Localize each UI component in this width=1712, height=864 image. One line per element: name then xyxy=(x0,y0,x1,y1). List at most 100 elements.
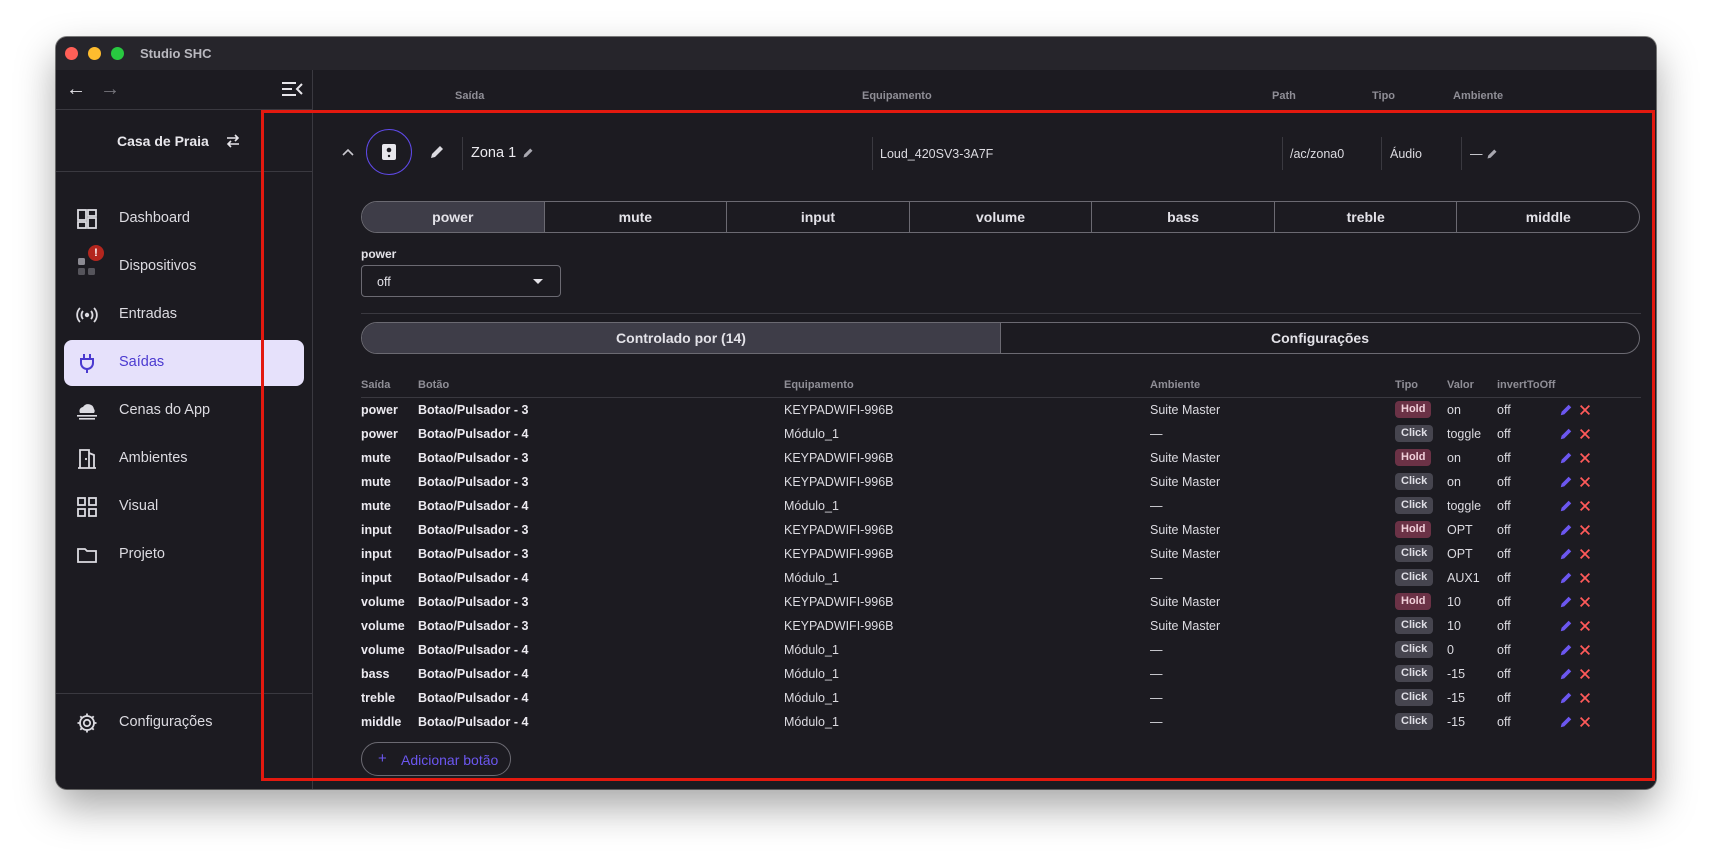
tab-bass[interactable]: bass xyxy=(1092,202,1275,232)
row-valor: on xyxy=(1447,403,1461,417)
chevron-up-icon[interactable] xyxy=(340,145,356,161)
sidebar-item-label: Dispositivos xyxy=(119,258,197,274)
row-ambiente: — xyxy=(1150,667,1163,681)
zone-name: Zona 1 xyxy=(471,145,517,161)
edit-pencil-icon[interactable] xyxy=(1559,715,1573,729)
edit-pencil-icon[interactable] xyxy=(1559,571,1573,585)
sidebar-item-configuracoes[interactable]: Configurações xyxy=(64,700,304,746)
row-botao: Botao/Pulsador - 4 xyxy=(418,667,529,681)
type-chip: Click xyxy=(1395,569,1434,586)
edit-pencil-icon[interactable] xyxy=(1559,547,1573,561)
table-header-saida: Saída xyxy=(361,379,391,391)
table-row: mute Botao/Pulsador - 4 Módulo_1 — toggle off… xyxy=(361,494,1641,518)
delete-x-icon[interactable] xyxy=(1578,475,1592,489)
row-valor: toggle xyxy=(1447,427,1482,441)
row-saida: power xyxy=(361,403,398,417)
edit-pencil-icon[interactable] xyxy=(1559,403,1573,417)
edit-pencil-icon[interactable] xyxy=(1559,619,1573,633)
edit-pencil-icon[interactable] xyxy=(1559,643,1573,657)
row-saida: volume xyxy=(361,643,405,657)
row-equipamento: KEYPADWIFI-996B xyxy=(784,403,894,417)
delete-x-icon[interactable] xyxy=(1578,667,1592,681)
table-row: input Botao/Pulsador - 3 KEYPADWIFI-996B Su… xyxy=(361,518,1641,542)
row-botao: Botao/Pulsador - 4 xyxy=(418,643,529,657)
row-valor: 10 xyxy=(1447,595,1461,609)
tab-treble[interactable]: treble xyxy=(1275,202,1458,232)
row-valor: -15 xyxy=(1447,667,1466,681)
minimize-window-button[interactable] xyxy=(88,47,101,60)
delete-x-icon[interactable] xyxy=(1578,715,1592,729)
delete-x-icon[interactable] xyxy=(1578,571,1592,585)
row-equipamento: KEYPADWIFI-996B xyxy=(784,547,894,561)
sidebar-item-label: Configurações xyxy=(119,714,213,730)
table-row: volume Botao/Pulsador - 3 KEYPADWIFI-996B S… xyxy=(361,614,1641,638)
sidebar-item-dispositivos[interactable]: ! Dispositivos xyxy=(64,244,304,290)
row-ambiente: — xyxy=(1150,643,1163,657)
swap-arrows-icon[interactable] xyxy=(224,132,242,150)
scene-icon xyxy=(77,404,97,420)
edit-ambiente-icon[interactable] xyxy=(1486,148,1498,160)
back-arrow-icon[interactable]: ← xyxy=(65,78,87,100)
sidebar-item-visual[interactable]: Visual xyxy=(64,484,304,530)
maximize-window-button[interactable] xyxy=(111,47,124,60)
tab-middle[interactable]: middle xyxy=(1457,202,1639,232)
collapse-sidebar-icon[interactable] xyxy=(280,78,304,100)
tab-volume[interactable]: volume xyxy=(910,202,1093,232)
forward-arrow-icon[interactable]: → xyxy=(99,78,121,100)
delete-x-icon[interactable] xyxy=(1578,499,1592,513)
row-botao: Botao/Pulsador - 3 xyxy=(418,403,529,417)
sidebar-item-projeto[interactable]: Projeto xyxy=(64,532,304,578)
delete-x-icon[interactable] xyxy=(1578,403,1592,417)
delete-x-icon[interactable] xyxy=(1578,451,1592,465)
title-bar: Studio SHC xyxy=(56,37,1656,70)
row-botao: Botao/Pulsador - 3 xyxy=(418,595,529,609)
delete-x-icon[interactable] xyxy=(1578,643,1592,657)
sidebar-footer: Configurações xyxy=(56,693,313,789)
edit-name-icon[interactable] xyxy=(522,147,534,159)
edit-pencil-icon[interactable] xyxy=(1559,451,1573,465)
speaker-icon xyxy=(382,144,396,160)
tab-configuracoes[interactable]: Configurações xyxy=(1001,323,1639,353)
tab-controlado-por[interactable]: Controlado por (14) xyxy=(362,323,1001,353)
edit-output-icon[interactable] xyxy=(429,144,445,160)
project-selector[interactable]: Casa de Praia xyxy=(56,110,313,172)
sidebar-item-saidas[interactable]: Saídas xyxy=(64,340,304,386)
edit-pencil-icon[interactable] xyxy=(1559,475,1573,489)
edit-pencil-icon[interactable] xyxy=(1559,667,1573,681)
delete-x-icon[interactable] xyxy=(1578,547,1592,561)
tab-input[interactable]: input xyxy=(727,202,910,232)
row-invert: off xyxy=(1497,595,1511,609)
sidebar-item-ambientes[interactable]: Ambientes xyxy=(64,436,304,482)
tab-mute[interactable]: mute xyxy=(545,202,728,232)
close-window-button[interactable] xyxy=(65,47,78,60)
sidebar-item-cenas-do-app[interactable]: Cenas do App xyxy=(64,388,304,434)
tab-power[interactable]: power xyxy=(362,202,545,232)
row-saida: bass xyxy=(361,667,390,681)
row-botao: Botao/Pulsador - 4 xyxy=(418,571,529,585)
table-row: power Botao/Pulsador - 4 Módulo_1 — toggle of… xyxy=(361,422,1641,446)
edit-pencil-icon[interactable] xyxy=(1559,499,1573,513)
row-valor: toggle xyxy=(1447,499,1482,513)
row-invert: off xyxy=(1497,523,1511,537)
column-header-saida: Saída xyxy=(455,90,485,102)
edit-pencil-icon[interactable] xyxy=(1559,691,1573,705)
sidebar-item-entradas[interactable]: Entradas xyxy=(64,292,304,338)
edit-pencil-icon[interactable] xyxy=(1559,523,1573,537)
edit-pencil-icon[interactable] xyxy=(1559,595,1573,609)
sidebar-item-dashboard[interactable]: Dashboard xyxy=(64,196,304,242)
delete-x-icon[interactable] xyxy=(1578,427,1592,441)
table-row: mute Botao/Pulsador - 3 KEYPADWIFI-996B Sui… xyxy=(361,470,1641,494)
table-header-tipo: Tipo xyxy=(1395,379,1419,391)
delete-x-icon[interactable] xyxy=(1578,691,1592,705)
sidebar-item-label: Cenas do App xyxy=(119,402,211,418)
cell-divider xyxy=(1381,137,1382,170)
row-botao: Botao/Pulsador - 3 xyxy=(418,475,529,489)
delete-x-icon[interactable] xyxy=(1578,595,1592,609)
add-button[interactable]: + Adicionar botão xyxy=(361,742,511,776)
output-speaker-button[interactable] xyxy=(366,129,412,175)
row-saida: input xyxy=(361,571,392,585)
edit-pencil-icon[interactable] xyxy=(1559,427,1573,441)
power-select[interactable]: off xyxy=(361,265,561,297)
delete-x-icon[interactable] xyxy=(1578,619,1592,633)
delete-x-icon[interactable] xyxy=(1578,523,1592,537)
